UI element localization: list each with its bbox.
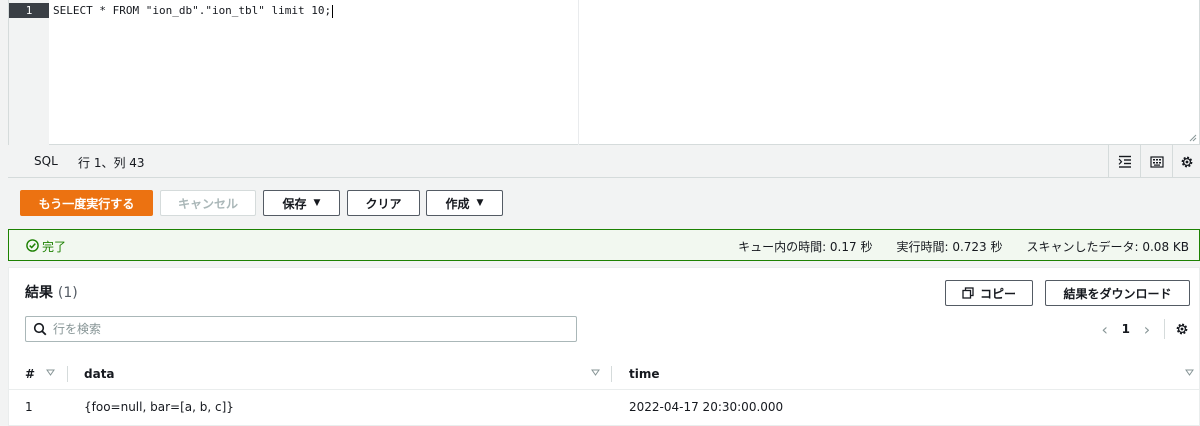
column-header-data[interactable]: data xyxy=(84,358,115,390)
results-title: 結果 (1) xyxy=(25,282,78,302)
copy-label: コピー xyxy=(979,286,1016,301)
table-settings-icon[interactable] xyxy=(1175,322,1189,336)
results-table-header: # data time xyxy=(9,358,1199,390)
check-circle-icon xyxy=(26,239,39,252)
create-dropdown-button[interactable]: 作成 ▼ xyxy=(426,190,503,216)
save-label: 保存 xyxy=(282,196,307,211)
save-dropdown-button[interactable]: 保存 ▼ xyxy=(263,190,340,216)
data-scanned: スキャンしたデータ: 0.08 KB xyxy=(1026,240,1190,254)
indent-icon xyxy=(1118,155,1131,168)
create-label: 作成 xyxy=(445,196,470,211)
resize-handle-icon[interactable] xyxy=(1189,134,1197,142)
editor-statusbar: SQL 行 1、列 43 xyxy=(8,145,1200,178)
results-count: (1) xyxy=(57,285,78,301)
keyboard-icon xyxy=(1149,155,1164,168)
pagination: ‹ 1 › xyxy=(1098,318,1189,340)
run-time: 実行時間: 0.723 秒 xyxy=(896,240,1003,254)
prev-page-icon[interactable]: ‹ xyxy=(1098,320,1112,339)
query-status-bar: 完了 キュー内の時間: 0.17 秒 実行時間: 0.723 秒 スキャンしたデ… xyxy=(8,229,1200,261)
text-cursor xyxy=(332,4,334,18)
copy-icon xyxy=(962,287,974,299)
copy-button[interactable]: コピー xyxy=(945,280,1033,306)
column-header-time[interactable]: time xyxy=(629,358,660,390)
download-label: 結果をダウンロード xyxy=(1063,286,1172,301)
print-margin xyxy=(578,0,579,145)
current-page[interactable]: 1 xyxy=(1122,322,1130,336)
next-page-icon[interactable]: › xyxy=(1140,320,1154,339)
cell-index: 1 xyxy=(25,400,33,414)
cursor-position: 行 1、列 43 xyxy=(78,156,145,170)
sql-editor[interactable]: 1 SELECT * FROM "ion_db"."ion_tbl" limit… xyxy=(8,0,1200,145)
caret-down-icon: ▼ xyxy=(476,198,484,208)
line-number: 1 xyxy=(9,3,49,18)
search-icon xyxy=(33,322,47,336)
language-label: SQL xyxy=(34,154,58,168)
query-stats: キュー内の時間: 0.17 秒 実行時間: 0.723 秒 スキャンしたデータ:… xyxy=(738,238,1189,255)
column-header-index[interactable]: # xyxy=(25,358,35,390)
column-divider[interactable] xyxy=(611,366,612,382)
cancel-button[interactable]: キャンセル xyxy=(160,190,256,216)
search-input[interactable] xyxy=(53,320,553,338)
caret-down-icon: ▼ xyxy=(313,198,321,208)
editor-gutter: 1 xyxy=(9,0,49,145)
sort-icon[interactable] xyxy=(46,368,55,377)
row-search[interactable] xyxy=(25,316,577,342)
status-completed: 完了 xyxy=(42,240,67,254)
clear-label: クリア xyxy=(365,196,402,211)
results-panel: 結果 (1) コピー 結果をダウンロード ‹ 1 › # xyxy=(8,267,1200,426)
clear-button[interactable]: クリア xyxy=(347,190,420,216)
sql-code-line[interactable]: SELECT * FROM "ion_db"."ion_tbl" limit 1… xyxy=(53,3,334,18)
results-title-text: 結果 xyxy=(25,285,53,301)
keyboard-shortcuts-button[interactable] xyxy=(1140,145,1172,178)
download-results-button[interactable]: 結果をダウンロード xyxy=(1045,280,1190,306)
format-query-button[interactable] xyxy=(1108,145,1140,178)
queue-time: キュー内の時間: 0.17 秒 xyxy=(738,240,873,254)
gear-icon xyxy=(1181,156,1192,167)
editor-settings-button[interactable] xyxy=(1172,145,1200,178)
column-divider[interactable] xyxy=(67,366,68,382)
rerun-button[interactable]: もう一度実行する xyxy=(20,190,153,216)
table-row: 1 {foo=null, bar=[a, b, c]} 2022-04-17 2… xyxy=(9,391,1199,423)
cancel-label: キャンセル xyxy=(177,196,238,211)
cell-time: 2022-04-17 20:30:00.000 xyxy=(629,400,784,414)
pager-divider xyxy=(1164,319,1165,339)
sort-icon[interactable] xyxy=(1185,368,1194,377)
cell-data: {foo=null, bar=[a, b, c]} xyxy=(84,400,234,414)
sql-text[interactable]: SELECT * FROM "ion_db"."ion_tbl" limit 1… xyxy=(53,4,331,17)
rerun-label: もう一度実行する xyxy=(38,196,135,211)
sort-icon[interactable] xyxy=(591,368,600,377)
